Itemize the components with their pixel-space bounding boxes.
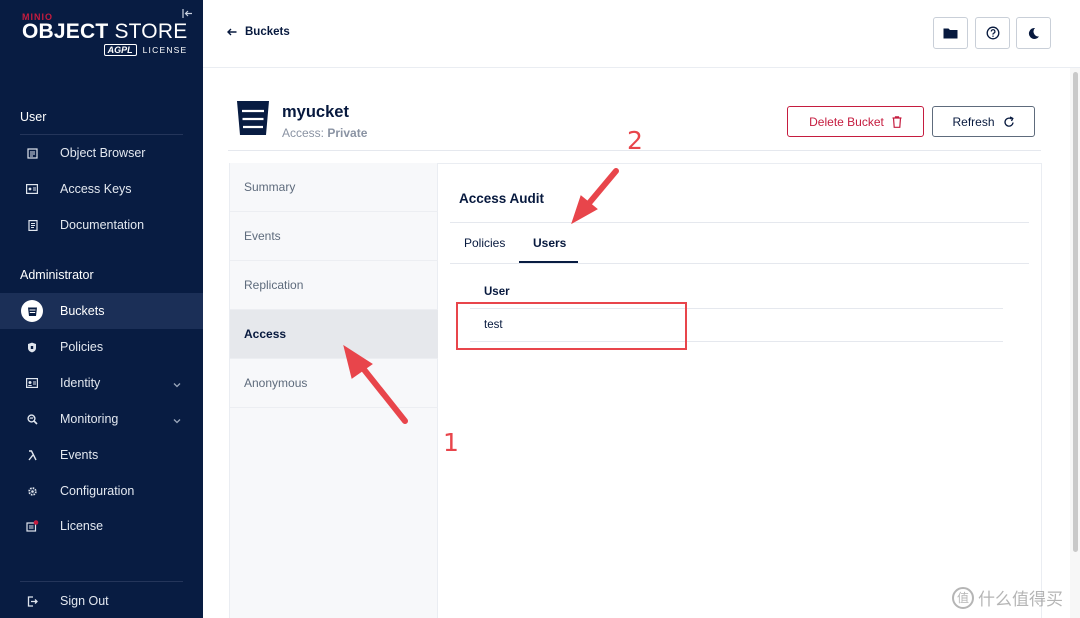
- watermark-text: 什么值得买: [978, 590, 1063, 609]
- annotation-number-1: 1: [443, 428, 459, 457]
- logo-license-text: LICENSE: [142, 45, 188, 55]
- object-browser-button[interactable]: [933, 17, 968, 49]
- buckets-icon: [21, 300, 43, 322]
- sidebar-item-buckets[interactable]: Buckets: [0, 293, 203, 329]
- bucket-access-status: Access: Private: [282, 126, 367, 140]
- bucket-access-label: Access:: [282, 126, 325, 140]
- help-button[interactable]: [975, 17, 1010, 49]
- logo-title: OBJECT STORE: [22, 21, 187, 43]
- delete-bucket-label: Delete Bucket: [809, 114, 884, 129]
- access-audit-panel: [438, 163, 1042, 618]
- bucket-icon: [236, 100, 270, 141]
- sidebar-item-label: Object Browser: [60, 146, 146, 160]
- admin-section-label: Administrator: [20, 268, 94, 282]
- nav-events[interactable]: Events: [230, 212, 438, 261]
- sign-out-label: Sign Out: [60, 594, 109, 608]
- sidebar-item-label: Identity: [60, 376, 101, 390]
- tab-users[interactable]: Users: [533, 236, 566, 250]
- minio-logo[interactable]: MINIO OBJECT STORE AGPL LICENSE: [22, 12, 187, 56]
- help-icon: [986, 26, 999, 40]
- user-section-label: User: [20, 110, 47, 124]
- object-browser-icon: [0, 147, 60, 159]
- highlight-box-annotation: [456, 302, 687, 350]
- sidebar-item-license[interactable]: License: [0, 508, 203, 544]
- bucket-settings-nav: Summary Events Replication Access Anonym…: [229, 163, 438, 618]
- lambda-icon: [0, 449, 60, 461]
- sidebar-item-label: Access Keys: [60, 182, 132, 196]
- tabs-divider: [450, 263, 1029, 264]
- policies-icon: [0, 342, 60, 353]
- buckets-icon-wrap: [0, 300, 60, 322]
- logo-title-light: STORE: [114, 20, 188, 43]
- sidebar-item-label: Monitoring: [60, 412, 119, 426]
- sidebar-item-policies[interactable]: Policies: [0, 329, 203, 365]
- nav-anonymous[interactable]: Anonymous: [230, 359, 438, 408]
- back-link-label: Buckets: [245, 26, 290, 38]
- delete-bucket-button[interactable]: Delete Bucket: [787, 106, 924, 137]
- sidebar-item-access-keys[interactable]: Access Keys: [0, 171, 203, 207]
- arrow-left-icon: [227, 28, 237, 36]
- monitoring-icon: [0, 413, 60, 425]
- tab-policies[interactable]: Policies: [464, 236, 505, 250]
- nav-access[interactable]: Access: [230, 310, 438, 359]
- documentation-icon: [0, 219, 60, 231]
- license-icon: [0, 520, 60, 532]
- sidebar-item-label: Buckets: [60, 304, 105, 318]
- sidebar-item-identity[interactable]: Identity: [0, 365, 203, 401]
- title-divider: [450, 222, 1029, 223]
- dark-mode-icon: [1028, 27, 1039, 39]
- sidebar-item-object-browser[interactable]: Object Browser: [0, 135, 203, 171]
- sidebar: MINIO OBJECT STORE AGPL LICENSE User Obj…: [0, 0, 203, 618]
- nav-replication[interactable]: Replication: [230, 261, 438, 310]
- sign-out-button[interactable]: Sign Out: [0, 583, 203, 618]
- sidebar-item-label: Events: [60, 448, 99, 462]
- logo-title-bold: OBJECT: [22, 20, 109, 43]
- dark-mode-button[interactable]: [1016, 17, 1051, 49]
- trash-icon: [892, 115, 902, 128]
- access-keys-icon: [0, 184, 60, 194]
- watermark-logo: 值: [952, 586, 974, 609]
- chevron-down-icon[interactable]: [173, 377, 181, 391]
- refresh-icon: [1003, 115, 1014, 127]
- collapse-sidebar-icon[interactable]: [182, 8, 193, 22]
- bucket-name: myucket: [282, 103, 349, 121]
- top-bar: Buckets: [203, 0, 1080, 68]
- sidebar-item-label: License: [60, 519, 104, 533]
- agpl-badge: AGPL: [103, 44, 137, 56]
- sidebar-item-events[interactable]: Events: [0, 437, 203, 473]
- sidebar-item-configuration[interactable]: Configuration: [0, 473, 203, 509]
- scrollbar-thumb[interactable]: [1073, 72, 1078, 552]
- sidebar-item-documentation[interactable]: Documentation: [0, 207, 203, 243]
- chevron-down-icon[interactable]: [173, 413, 181, 427]
- folder-icon: [943, 28, 958, 39]
- refresh-label: Refresh: [952, 114, 995, 129]
- refresh-button[interactable]: Refresh: [932, 106, 1035, 137]
- back-to-buckets-link[interactable]: Buckets: [227, 26, 290, 38]
- sidebar-item-monitoring[interactable]: Monitoring: [0, 401, 203, 437]
- sidebar-item-label: Policies: [60, 340, 104, 354]
- gear-icon: [0, 486, 60, 497]
- nav-summary[interactable]: Summary: [230, 163, 438, 212]
- sidebar-divider: [20, 581, 183, 582]
- bucket-access-value: Private: [327, 126, 368, 140]
- sidebar-item-label: Configuration: [60, 484, 135, 498]
- annotation-number-2: 2: [627, 126, 643, 155]
- sidebar-item-label: Documentation: [60, 218, 145, 232]
- identity-icon: [0, 378, 60, 388]
- logo-license-line: AGPL LICENSE: [22, 44, 187, 56]
- watermark: 值 什么值得买: [952, 585, 1063, 610]
- logout-icon: [0, 595, 60, 607]
- table-header-user: User: [484, 286, 510, 298]
- access-audit-title: Access Audit: [459, 191, 545, 206]
